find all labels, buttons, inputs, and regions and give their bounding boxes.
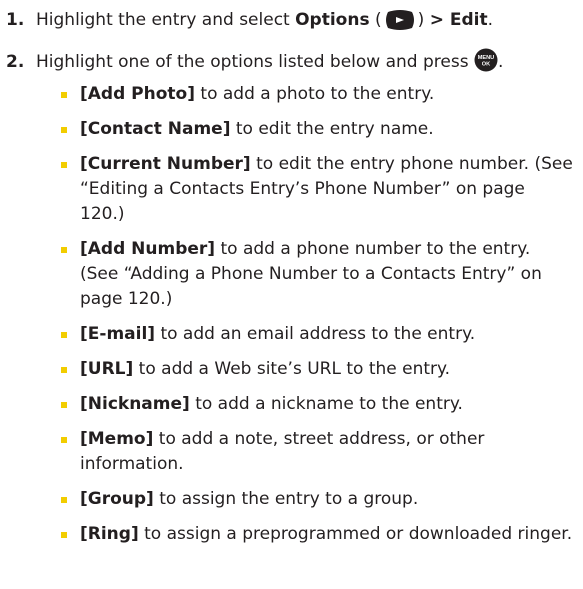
- option-label: [Nickname]: [80, 394, 190, 414]
- list-item: [E-mail] to add an email address to the …: [60, 322, 573, 347]
- bullet-icon: [61, 402, 67, 408]
- option-label: [E-mail]: [80, 324, 156, 344]
- menu-arrow: >: [429, 10, 444, 30]
- paren-close: ): [417, 10, 430, 30]
- option-desc: to assign the entry to a group.: [153, 489, 419, 509]
- bullet-icon: [61, 497, 67, 503]
- menu-ok-key-icon: MENU OK: [474, 48, 498, 72]
- step2-period: .: [497, 52, 504, 72]
- menu-key-label: MENU: [478, 55, 494, 61]
- option-label: [Memo]: [80, 429, 154, 449]
- list-item: [Nickname] to add a nickname to the entr…: [60, 392, 573, 417]
- step1-period: .: [487, 10, 493, 30]
- option-desc: to assign a preprogrammed or downloaded …: [138, 524, 573, 544]
- step-number: 1.: [6, 10, 25, 30]
- option-label: [Add Number]: [80, 239, 216, 259]
- step-number: 2.: [6, 52, 25, 72]
- paren-open: (: [369, 10, 382, 30]
- options-list: [Add Photo] to add a photo to the entry.…: [60, 82, 573, 557]
- options-label: Options: [295, 10, 370, 30]
- bullet-icon: [61, 532, 67, 538]
- option-desc: to add a photo to the entry.: [195, 84, 435, 104]
- right-softkey-icon: [385, 10, 414, 30]
- step-text: Highlight the entry and select: [36, 10, 296, 30]
- bullet-icon: [61, 162, 67, 168]
- bullet-icon: [61, 437, 67, 443]
- bullet-icon: [61, 127, 67, 133]
- option-label: [Ring]: [80, 524, 139, 544]
- list-item: [Add Number] to add a phone number to th…: [60, 237, 573, 312]
- option-desc: to add a nickname to the entry.: [189, 394, 463, 414]
- step-1: 1. Highlight the entry and select Options…: [6, 8, 577, 33]
- list-item: [Current Number] to edit the entry phone…: [60, 152, 573, 227]
- step-2: 2. Highlight one of the options listed be…: [6, 48, 577, 75]
- bullet-icon: [61, 367, 67, 373]
- option-label: [Group]: [80, 489, 154, 509]
- option-desc: to add a Web site’s URL to the entry.: [133, 359, 451, 379]
- step-text: Highlight one of the options listed belo…: [36, 52, 474, 72]
- list-item: [Ring] to assign a preprogrammed or down…: [60, 522, 573, 547]
- list-item: [Contact Name] to edit the entry name.: [60, 117, 573, 142]
- option-label: [Contact Name]: [80, 119, 231, 139]
- bullet-icon: [61, 92, 67, 98]
- list-item: [Add Photo] to add a photo to the entry.: [60, 82, 573, 107]
- list-item: [Memo] to add a note, street address, or…: [60, 427, 573, 477]
- bullet-icon: [61, 247, 67, 253]
- option-label: [Current Number]: [80, 154, 251, 174]
- list-item: [Group] to assign the entry to a group.: [60, 487, 573, 512]
- option-label: [Add Photo]: [80, 84, 195, 104]
- ok-key-label: OK: [482, 62, 490, 68]
- bullet-icon: [61, 332, 67, 338]
- option-desc: to edit the entry name.: [230, 119, 434, 139]
- option-desc: to add an email address to the entry.: [155, 324, 476, 344]
- list-item: [URL] to add a Web site’s URL to the ent…: [60, 357, 573, 382]
- edit-label: Edit: [443, 10, 488, 30]
- option-label: [URL]: [80, 359, 134, 379]
